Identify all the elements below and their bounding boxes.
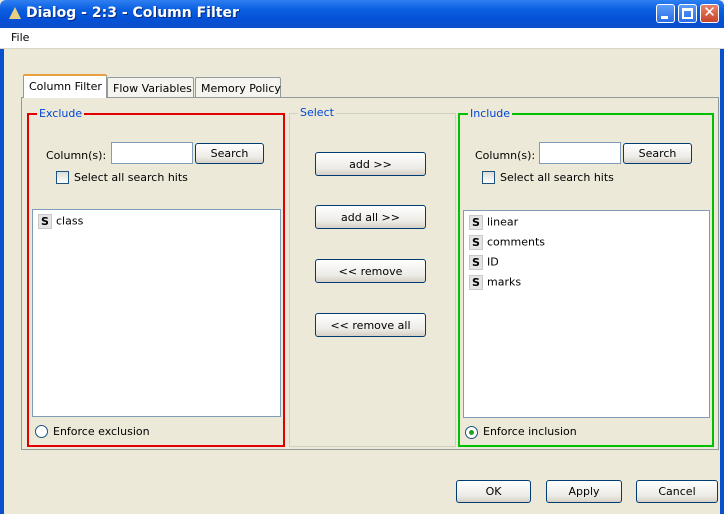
string-type-icon: S xyxy=(38,214,52,229)
list-item[interactable]: Scomments xyxy=(469,235,545,253)
apply-button[interactable]: Apply xyxy=(546,480,622,503)
enforce-inclusion-label: Enforce inclusion xyxy=(483,425,577,438)
remove-all-button[interactable]: << remove all xyxy=(315,313,426,337)
string-type-icon: S xyxy=(469,215,483,230)
ok-button[interactable]: OK xyxy=(456,480,531,503)
list-item[interactable]: Sclass xyxy=(38,214,83,232)
tab-column-filter[interactable]: Column Filter xyxy=(23,74,107,98)
exclude-search-button[interactable]: Search xyxy=(195,143,264,164)
minimize-button[interactable] xyxy=(656,4,675,23)
enforce-exclusion-label: Enforce exclusion xyxy=(53,425,150,438)
exclude-title: Exclude xyxy=(37,107,85,120)
include-columns-label: Column(s): xyxy=(475,149,536,162)
exclude-select-all-label: Select all search hits xyxy=(74,171,188,184)
include-title: Include xyxy=(468,107,513,120)
maximize-icon xyxy=(682,8,693,19)
close-button[interactable]: ✕ xyxy=(700,3,719,23)
close-icon: ✕ xyxy=(703,3,716,21)
remove-button[interactable]: << remove xyxy=(315,259,426,283)
enforce-exclusion-radio[interactable] xyxy=(35,425,48,438)
exclude-columns-label: Column(s): xyxy=(46,149,107,162)
enforce-inclusion-radio[interactable] xyxy=(465,426,478,439)
include-list[interactable]: Slinear Scomments S ID Smarks xyxy=(463,210,710,418)
exclude-select-all-checkbox[interactable] xyxy=(56,171,69,184)
list-item[interactable]: Slinear xyxy=(469,215,518,233)
add-all-button[interactable]: add all >> xyxy=(315,205,426,229)
string-type-icon: S xyxy=(469,235,483,250)
tab-panel: Exclude Column(s): Search Select all sea… xyxy=(21,97,719,450)
cancel-button[interactable]: Cancel xyxy=(636,480,718,503)
include-group: Include Column(s): Search Select all sea… xyxy=(458,107,714,447)
exclude-list[interactable]: Sclass xyxy=(32,209,281,417)
include-select-all-label: Select all search hits xyxy=(500,171,614,184)
menu-bar: File xyxy=(0,28,724,49)
window-border-left xyxy=(0,28,4,514)
maximize-button[interactable] xyxy=(678,4,697,23)
dialog-window: Dialog - 2:3 - Column Filter ✕ File Colu… xyxy=(0,0,724,514)
add-button[interactable]: add >> xyxy=(315,152,426,176)
include-search-button[interactable]: Search xyxy=(623,143,692,164)
string-type-icon: S xyxy=(469,275,483,290)
title-bar[interactable]: Dialog - 2:3 - Column Filter ✕ xyxy=(0,0,724,28)
exclude-group: Exclude Column(s): Search Select all sea… xyxy=(27,107,285,447)
select-title: Select xyxy=(298,106,336,119)
select-group: Select add >> add all >> << remove << re… xyxy=(289,106,456,447)
tab-flow-variables[interactable]: Flow Variables xyxy=(107,77,194,98)
string-type-icon: S xyxy=(469,255,483,270)
tab-memory-policy[interactable]: Memory Policy xyxy=(195,77,281,98)
include-search-input[interactable] xyxy=(539,142,621,164)
window-border-right xyxy=(720,28,724,514)
radio-selected-dot xyxy=(469,430,474,435)
minimize-icon xyxy=(661,16,668,19)
window-title: Dialog - 2:3 - Column Filter xyxy=(26,5,239,21)
exclude-search-input[interactable] xyxy=(111,142,193,164)
list-item[interactable]: S ID xyxy=(469,255,499,273)
menu-file[interactable]: File xyxy=(11,31,29,44)
app-icon xyxy=(9,7,21,19)
include-select-all-checkbox[interactable] xyxy=(482,171,495,184)
list-item[interactable]: Smarks xyxy=(469,275,521,293)
